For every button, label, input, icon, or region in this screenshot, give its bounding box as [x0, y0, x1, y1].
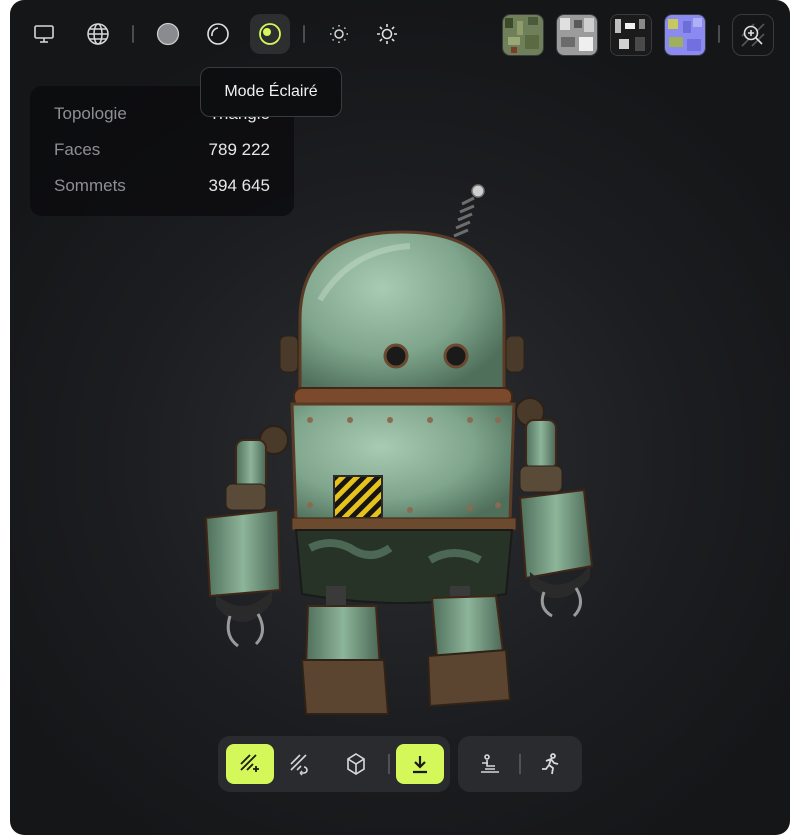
robot-model[interactable]	[10, 0, 790, 835]
download-icon[interactable]	[396, 744, 444, 784]
action-bar-divider	[519, 754, 521, 774]
model-viewer[interactable]: Topologie Triangle Faces 789 222 Sommets…	[10, 0, 790, 835]
action-bar-animation	[458, 736, 582, 792]
generate-icon[interactable]	[226, 744, 274, 784]
retexture-icon[interactable]	[276, 744, 324, 784]
animate-icon[interactable]	[526, 744, 574, 784]
cube-icon[interactable]	[332, 744, 380, 784]
action-bar-main	[218, 736, 450, 792]
pose-icon[interactable]	[466, 744, 514, 784]
action-bar-divider	[388, 754, 390, 774]
